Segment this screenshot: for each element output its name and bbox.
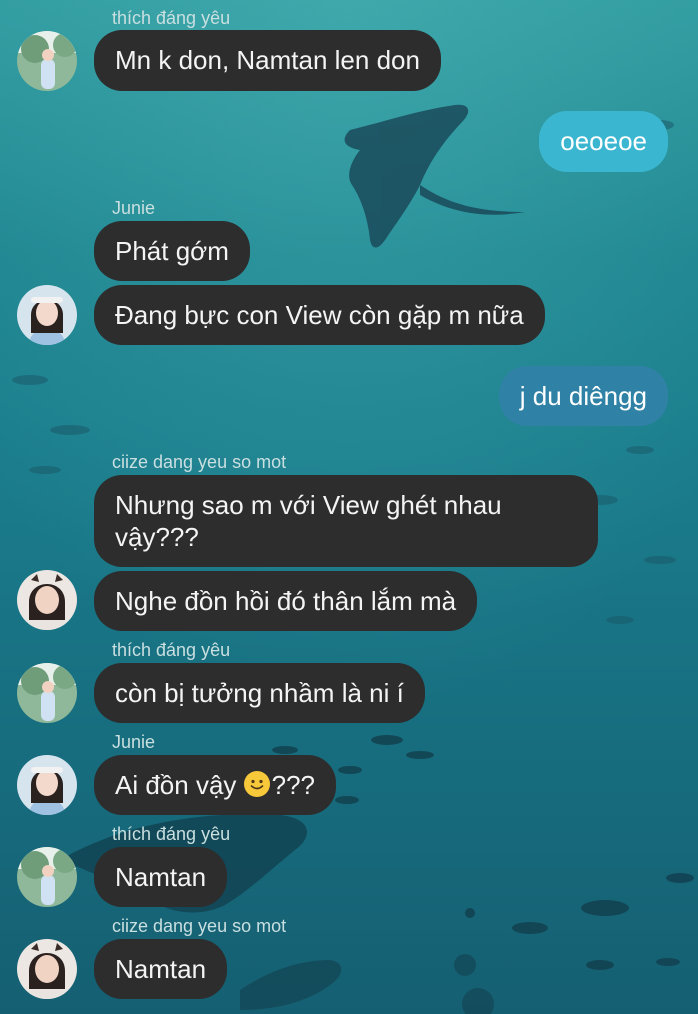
- message-text: Namtan: [115, 862, 207, 892]
- sender-name: Junie: [112, 732, 156, 752]
- incoming-message-bubble[interactable]: Nghe đồn hồi đó thân lắm mà: [94, 571, 478, 631]
- incoming-message-bubble[interactable]: Phát gớm: [94, 221, 250, 281]
- sender-name: ciize dang yeu so mot: [112, 916, 287, 936]
- message-text: Phát gớm: [115, 236, 229, 266]
- chat-message-list[interactable]: thích đáng yêu Mn k don, Namtan len don …: [0, 0, 698, 1014]
- incoming-message-bubble[interactable]: còn bị tưởng nhầm là ni í: [94, 663, 425, 723]
- message-text: còn bị tưởng nhầm là ni í: [115, 678, 404, 708]
- message-text: oeoeoe: [560, 126, 647, 156]
- incoming-message-bubble[interactable]: Namtan: [94, 939, 228, 999]
- incoming-message-bubble[interactable]: Mn k don, Namtan len don: [94, 30, 441, 91]
- incoming-message-bubble[interactable]: Nhưng sao m với View ghét nhau vậy???: [94, 475, 598, 567]
- sender-name: Junie: [112, 198, 156, 218]
- message-text: Đang bực con View còn gặp m nữa: [115, 300, 524, 330]
- incoming-message-bubble[interactable]: Ai đồn vậy ???: [94, 755, 337, 815]
- message-text: Nghe đồn hồi đó thân lắm mà: [115, 586, 457, 616]
- incoming-message-bubble[interactable]: Namtan: [94, 847, 228, 907]
- sender-name: ciize dang yeu so mot: [112, 452, 287, 472]
- incoming-message-bubble[interactable]: Đang bực con View còn gặp m nữa: [94, 285, 545, 345]
- avatar[interactable]: [17, 31, 77, 91]
- message-text-prefix: Ai đồn vậy: [115, 770, 244, 800]
- avatar[interactable]: [17, 939, 77, 999]
- message-text-suffix: ???: [271, 770, 316, 800]
- avatar[interactable]: [17, 755, 77, 815]
- message-text: Mn k don, Namtan len don: [115, 45, 420, 75]
- avatar[interactable]: [17, 847, 77, 907]
- avatar[interactable]: [17, 285, 77, 345]
- avatar[interactable]: [17, 663, 77, 723]
- message-text: Nhưng sao m với View ghét nhau vậy???: [115, 490, 502, 552]
- sender-name: thích đáng yêu: [112, 824, 231, 844]
- outgoing-message-bubble[interactable]: oeoeoe: [539, 111, 668, 172]
- message-text: Namtan: [115, 954, 207, 984]
- avatar[interactable]: [17, 570, 77, 630]
- message-text: j du diêngg: [519, 381, 647, 411]
- outgoing-message-bubble[interactable]: j du diêngg: [498, 366, 668, 426]
- sender-name: thích đáng yêu: [112, 8, 231, 28]
- sender-name: thích đáng yêu: [112, 640, 231, 660]
- slightly-smiling-face-icon: [243, 771, 270, 797]
